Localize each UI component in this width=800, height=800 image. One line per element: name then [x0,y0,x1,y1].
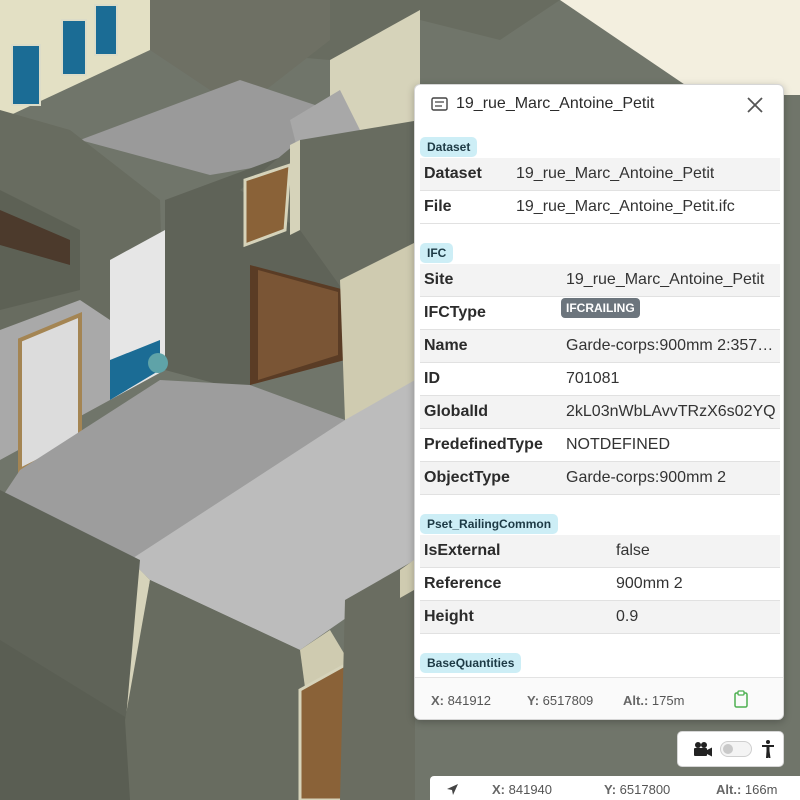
property-value: false [616,542,650,559]
property-row: File 19_rue_Marc_Antoine_Petit.ifc [420,191,780,224]
property-row: GlobalId 2kL03nWbLAvvTRzX6s02YQ [420,396,780,429]
property-row: Height 0.9 [420,601,780,634]
property-row: PredefinedType NOTDEFINED [420,429,780,462]
property-key: Height [424,608,474,625]
property-key: GlobalId [424,403,488,420]
property-key: File [424,198,452,215]
camera-mode-toggle[interactable] [720,741,752,757]
status-x-value: 841940 [508,782,553,797]
section-tag-ifc: IFC [420,243,454,263]
property-row: Dataset 19_rue_Marc_Antoine_Petit [420,158,780,191]
footer-y-coordinate: Y: 6517809 [527,693,593,708]
property-value: 19_rue_Marc_Antoine_Petit [566,271,765,288]
status-y-coordinate: Y: 6517800 [604,782,670,797]
property-key: IFCType [424,304,486,321]
panel-header: 19_rue_Marc_Antoine_Petit [415,85,783,125]
property-row: ID 701081 [420,363,780,396]
property-row: IsExternal false [420,535,780,568]
section-tag-dataset: Dataset [420,137,478,157]
footer-alt-label: Alt.: [623,693,649,708]
status-alt-label: Alt.: [716,782,742,797]
footer-y-value: 6517809 [542,693,594,708]
footer-altitude: Alt.: 175m [623,693,684,708]
clipboard-icon[interactable] [733,690,749,708]
cursor-coordinates-bar: X: 841940 Y: 6517800 Alt.: 166m [430,776,800,800]
property-value: 701081 [566,370,620,387]
status-altitude: Alt.: 166m [716,782,777,797]
ifc-type-badge: IFCRAILING [561,298,640,318]
property-key: Reference [424,575,502,592]
property-row: Name Garde-corps:900mm 2:357… [420,330,780,363]
toggle-knob [723,744,733,754]
property-value: 19_rue_Marc_Antoine_Petit [516,165,715,182]
property-key: IsExternal [424,542,501,559]
property-value: 0.9 [616,608,639,625]
property-value: Garde-corps:900mm 2 [566,469,727,486]
camera-mode-controls [677,731,784,767]
properties-panel: 19_rue_Marc_Antoine_Petit Dataset Datase… [414,84,784,720]
footer-x-coordinate: X: 841912 [431,693,491,708]
section-tag-base-quantities: BaseQuantities [420,653,522,673]
property-key: Name [424,337,468,354]
section-tag-pset-railing-common: Pset_RailingCommon [420,514,559,534]
footer-y-label: Y: [527,693,540,708]
status-y-label: Y: [604,782,617,797]
status-y-value: 6517800 [619,782,671,797]
status-alt-value: 166m [744,782,778,797]
location-arrow-icon[interactable] [446,783,459,796]
property-value: 900mm 2 [616,575,683,592]
property-key: ID [424,370,440,387]
pedestrian-icon[interactable] [761,740,775,758]
property-row: ObjectType Garde-corps:900mm 2 [420,462,780,495]
property-value: 19_rue_Marc_Antoine_Petit.ifc [516,198,735,215]
property-row: Site 19_rue_Marc_Antoine_Petit [420,264,780,297]
status-x-coordinate: X: 841940 [492,782,552,797]
properties-card-icon [431,97,448,111]
status-x-label: X: [492,782,505,797]
close-icon[interactable] [745,95,765,115]
properties-scroll-area[interactable]: Dataset Dataset 19_rue_Marc_Antoine_Peti… [415,125,783,677]
footer-x-value: 841912 [447,693,492,708]
property-key: PredefinedType [424,436,543,453]
property-key: Site [424,271,454,288]
video-camera-icon[interactable] [693,741,713,757]
property-value: Garde-corps:900mm 2:357… [566,337,774,354]
panel-coordinates-footer: X: 841912 Y: 6517809 Alt.: 175m [415,677,783,719]
footer-alt-value: 175m [651,693,685,708]
property-row: Reference 900mm 2 [420,568,780,601]
property-key: ObjectType [424,469,510,486]
property-key: Dataset [424,165,482,182]
property-row: IFCType IFCRAILING [420,297,780,330]
property-value: NOTDEFINED [566,436,670,453]
property-value: 2kL03nWbLAvvTRzX6s02YQ [566,403,776,420]
panel-title: 19_rue_Marc_Antoine_Petit [456,95,655,112]
footer-x-label: X: [431,693,444,708]
